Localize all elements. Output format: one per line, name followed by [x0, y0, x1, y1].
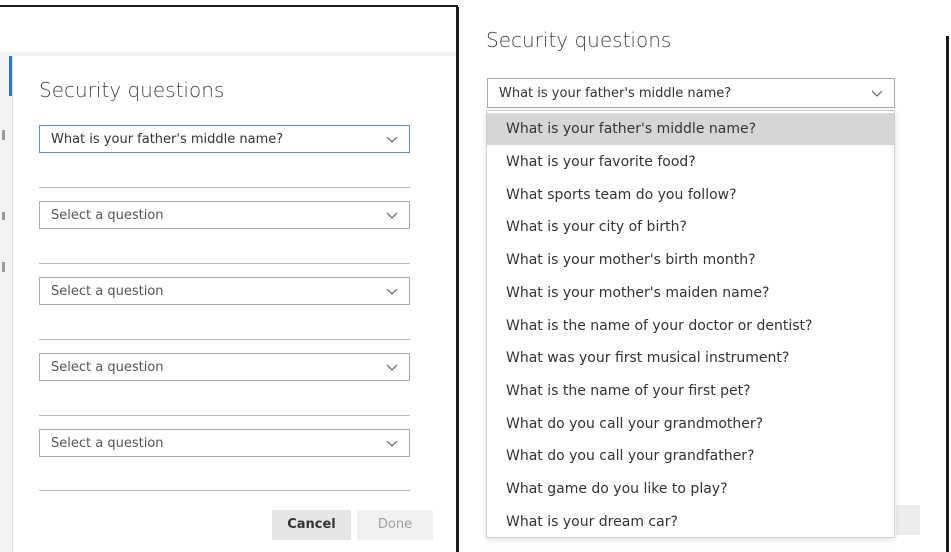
question-select-placeholder: Select a question — [51, 360, 164, 375]
answer-input-1[interactable] — [39, 187, 410, 188]
cancel-button[interactable]: Cancel — [272, 510, 351, 540]
dialog-title: Security questions — [39, 78, 225, 102]
chevron-down-icon — [387, 210, 397, 220]
question-select-open[interactable]: What is your father's middle name? — [487, 78, 895, 108]
answer-input-2[interactable] — [39, 263, 410, 264]
background-fragment — [2, 212, 5, 220]
chevron-down-icon — [387, 438, 397, 448]
chevron-down-icon — [387, 362, 397, 372]
dropdown-option[interactable]: What do you call your grandmother? — [487, 408, 894, 440]
security-questions-dialog: Security questions What is your father's… — [12, 56, 458, 552]
question-dropdown-list: What is your father's middle name? What … — [486, 110, 895, 538]
question-select-4[interactable]: Select a question — [39, 353, 410, 381]
window-top-edge — [0, 5, 458, 7]
question-select-placeholder: Select a question — [51, 284, 164, 299]
done-button-partial — [896, 505, 920, 535]
dropdown-option[interactable]: What sports team do you follow? — [487, 179, 894, 211]
answer-input-5[interactable] — [39, 490, 410, 491]
dropdown-option[interactable]: What is your favorite food? — [487, 146, 894, 178]
done-button[interactable]: Done — [357, 510, 433, 540]
dropdown-option[interactable]: What is the name of your first pet? — [487, 375, 894, 407]
dropdown-option-selected[interactable]: What is your father's middle name? — [487, 113, 894, 145]
divider — [946, 36, 949, 552]
dropdown-option[interactable]: What is your mother's maiden name? — [487, 277, 894, 309]
question-select-3[interactable]: Select a question — [39, 277, 410, 305]
question-select-5[interactable]: Select a question — [39, 429, 410, 457]
dropdown-option[interactable]: What is your mother's birth month? — [487, 244, 894, 276]
question-select-value: What is your father's middle name? — [499, 86, 732, 101]
answer-input-4[interactable] — [39, 415, 410, 416]
dropdown-option[interactable]: What is your dream car? — [487, 506, 894, 538]
question-select-value: What is your father's middle name? — [51, 132, 284, 147]
background-fragment — [2, 130, 5, 140]
question-select-placeholder: Select a question — [51, 208, 164, 223]
dropdown-option[interactable]: What was your first musical instrument? — [487, 342, 894, 374]
question-select-placeholder: Select a question — [51, 436, 164, 451]
dropdown-option[interactable]: What do you call your grandfather? — [487, 440, 894, 472]
dropdown-option[interactable]: What is your city of birth? — [487, 211, 894, 243]
chevron-down-icon — [872, 88, 882, 98]
question-select-2[interactable]: Select a question — [39, 201, 410, 229]
dropdown-option[interactable]: What game do you like to play? — [487, 473, 894, 505]
answer-input-3[interactable] — [39, 339, 410, 340]
dialog-title: Security questions — [486, 28, 672, 52]
question-select-1[interactable]: What is your father's middle name? — [39, 125, 410, 153]
background-fragment — [2, 262, 5, 272]
chevron-down-icon — [387, 134, 397, 144]
divider — [456, 7, 459, 552]
chevron-down-icon — [387, 286, 397, 296]
dropdown-option[interactable]: What is the name of your doctor or denti… — [487, 310, 894, 342]
